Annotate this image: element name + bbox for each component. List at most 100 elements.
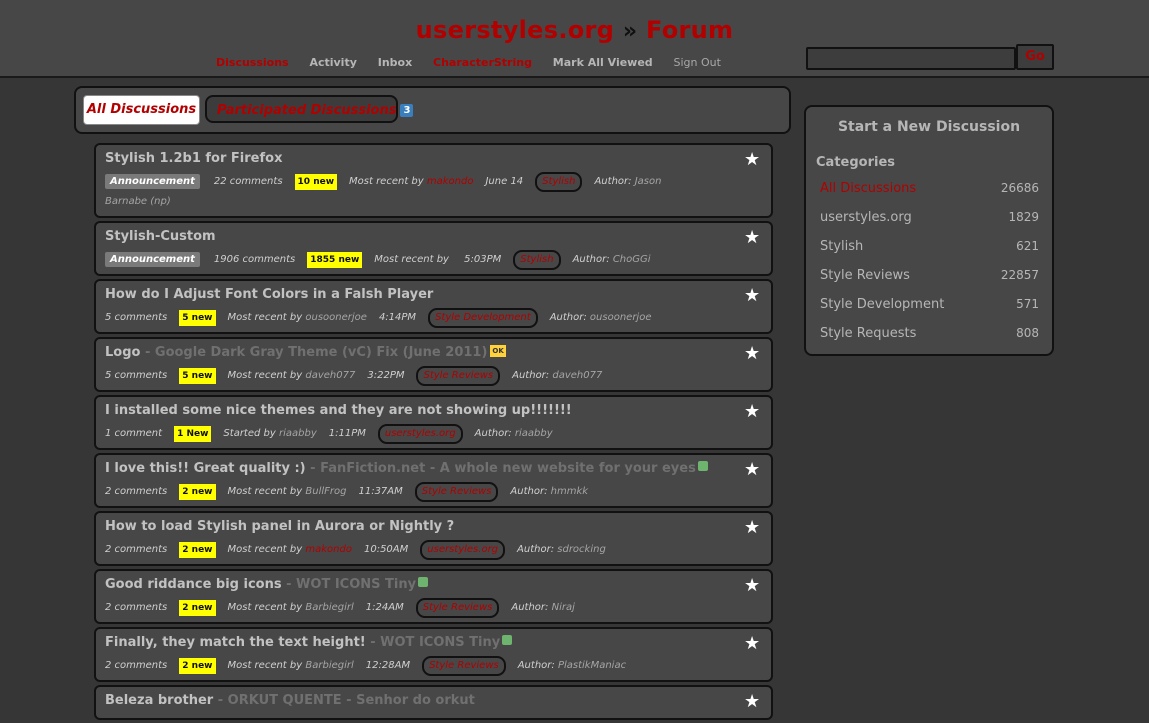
category-link[interactable]: Stylish: [535, 172, 583, 192]
nav-sign-out[interactable]: Sign Out: [674, 56, 721, 69]
star-icon[interactable]: ★: [744, 229, 762, 247]
discussion-item[interactable]: Good riddance big icons - WOT ICONS Tiny…: [94, 569, 773, 624]
author-link-continued[interactable]: Barnabe (np): [105, 196, 171, 207]
category-name[interactable]: Style Reviews: [820, 268, 910, 283]
nav-activity[interactable]: Activity: [309, 56, 356, 69]
discussion-item[interactable]: How to load Stylish panel in Aurora or N…: [94, 511, 773, 566]
author-link[interactable]: ousoonerjoe: [590, 312, 652, 323]
discussion-title-text[interactable]: Stylish 1.2b1 for Firefox: [105, 151, 282, 166]
site-title[interactable]: userstyles.org » Forum: [0, 16, 1149, 44]
discussion-item[interactable]: How do I Adjust Font Colors in a Falsh P…: [94, 279, 773, 334]
author-link[interactable]: daveh077: [552, 370, 602, 381]
author-link[interactable]: hmmkk: [551, 486, 588, 497]
star-icon[interactable]: ★: [744, 345, 762, 363]
recent-user-link[interactable]: makondo: [305, 544, 352, 555]
discussion-title[interactable]: Finally, they match the text height! - W…: [105, 635, 762, 653]
discussion-title-text[interactable]: Good riddance big icons: [105, 577, 282, 592]
category-name[interactable]: Stylish: [820, 239, 863, 254]
recent-user-link[interactable]: riaabby: [279, 428, 317, 439]
author-link[interactable]: sdrocking: [557, 544, 606, 555]
discussion-title-text[interactable]: How to load Stylish panel in Aurora or N…: [105, 519, 454, 534]
site-header: userstyles.org » Forum Discussions Activ…: [0, 0, 1149, 78]
recent-user-link[interactable]: daveh077: [305, 370, 355, 381]
category-item[interactable]: Style Requests 808: [820, 326, 1039, 341]
category-item[interactable]: userstyles.org 1829: [820, 210, 1039, 225]
discussion-title-text[interactable]: I installed some nice themes and they ar…: [105, 403, 572, 418]
discussion-style-link[interactable]: - ORKUT QUENTE - Senhor do orkut: [213, 693, 475, 708]
category-link[interactable]: userstyles.org: [420, 540, 506, 560]
author-link[interactable]: Jason: [635, 176, 662, 187]
discussion-title[interactable]: Stylish-Custom: [105, 229, 762, 247]
star-icon[interactable]: ★: [744, 287, 762, 305]
discussion-style-link[interactable]: - Google Dark Gray Theme (vC) Fix (June …: [140, 345, 487, 360]
category-item[interactable]: Stylish 621: [820, 239, 1039, 254]
discussion-title[interactable]: Beleza brother - ORKUT QUENTE - Senhor d…: [105, 693, 762, 711]
recent-user-link[interactable]: Barbiegirl: [305, 602, 353, 613]
author-link[interactable]: ChoGGi: [613, 254, 651, 265]
discussion-style-link[interactable]: - WOT ICONS Tiny: [282, 577, 416, 592]
nav-mark-all-viewed[interactable]: Mark All Viewed: [553, 56, 653, 69]
star-icon[interactable]: ★: [744, 577, 762, 595]
category-item[interactable]: All Discussions 26686: [820, 181, 1039, 196]
discussion-title[interactable]: Good riddance big icons - WOT ICONS Tiny: [105, 577, 762, 595]
discussion-title-text[interactable]: I love this!! Great quality :): [105, 461, 306, 476]
discussion-style-link[interactable]: - FanFiction.net - A whole new website f…: [306, 461, 696, 476]
category-link[interactable]: Stylish: [513, 250, 561, 270]
discussion-title[interactable]: Stylish 1.2b1 for Firefox: [105, 151, 762, 169]
category-name[interactable]: Style Development: [820, 297, 944, 312]
category-name[interactable]: All Discussions: [820, 181, 916, 196]
tab-participated-discussions[interactable]: Participated Discussions 3: [205, 95, 414, 123]
discussion-title[interactable]: I love this!! Great quality :) - FanFict…: [105, 461, 762, 479]
category-link[interactable]: Style Reviews: [415, 598, 500, 618]
author-link[interactable]: riaabby: [515, 428, 553, 439]
category-link[interactable]: userstyles.org: [377, 424, 463, 444]
star-icon[interactable]: ★: [744, 151, 762, 169]
discussion-title-text[interactable]: Stylish-Custom: [105, 229, 216, 244]
star-icon[interactable]: ★: [744, 519, 762, 537]
category-name[interactable]: userstyles.org: [820, 210, 912, 225]
search-input[interactable]: [806, 47, 1016, 70]
start-discussion-button[interactable]: Start a New Discussion: [806, 119, 1052, 135]
site-name[interactable]: userstyles.org: [416, 16, 615, 44]
discussion-title[interactable]: How to load Stylish panel in Aurora or N…: [105, 519, 762, 537]
discussion-meta: 2 comments 2 new Most recent by Barbiegirl…: [105, 656, 762, 676]
discussion-item[interactable]: I installed some nice themes and they ar…: [94, 395, 773, 450]
star-icon[interactable]: ★: [744, 635, 762, 653]
category-link[interactable]: Style Reviews: [416, 366, 501, 386]
discussion-item[interactable]: Stylish-Custom Announcement 1906 comments 1…: [94, 221, 773, 276]
tab-all-discussions[interactable]: All Discussions: [83, 95, 200, 125]
discussion-item[interactable]: I love this!! Great quality :) - FanFict…: [94, 453, 773, 508]
nav-profile[interactable]: CharacterString: [433, 56, 532, 69]
star-icon[interactable]: ★: [744, 461, 762, 479]
category-link[interactable]: Style Reviews: [414, 482, 499, 502]
recent-user-link[interactable]: BullFrog: [305, 486, 346, 497]
star-icon[interactable]: ★: [744, 403, 762, 421]
nav-discussions[interactable]: Discussions: [216, 56, 289, 69]
discussion-title-text[interactable]: Beleza brother: [105, 693, 213, 708]
discussion-item[interactable]: Logo - Google Dark Gray Theme (vC) Fix (…: [94, 337, 773, 392]
category-name[interactable]: Style Requests: [820, 326, 916, 341]
forum-label[interactable]: Forum: [646, 16, 733, 44]
star-icon[interactable]: ★: [744, 693, 762, 711]
discussion-title-text[interactable]: How do I Adjust Font Colors in a Falsh P…: [105, 287, 433, 302]
category-link[interactable]: Style Reviews: [422, 656, 506, 676]
discussion-title-text[interactable]: Logo: [105, 345, 140, 360]
discussion-style-link[interactable]: - WOT ICONS Tiny: [366, 635, 500, 650]
author-link[interactable]: Niraj: [552, 602, 575, 613]
search-go-button[interactable]: Go: [1016, 44, 1054, 70]
author-link[interactable]: PlastikManiac: [558, 660, 626, 671]
category-item[interactable]: Style Reviews 22857: [820, 268, 1039, 283]
category-item[interactable]: Style Development 571: [820, 297, 1039, 312]
recent-user-link[interactable]: makondo: [427, 176, 474, 187]
discussion-title[interactable]: How do I Adjust Font Colors in a Falsh P…: [105, 287, 762, 305]
discussion-title[interactable]: Logo - Google Dark Gray Theme (vC) Fix (…: [105, 345, 762, 363]
recent-user-link[interactable]: Barbiegirl: [305, 660, 353, 671]
discussion-title-text[interactable]: Finally, they match the text height!: [105, 635, 366, 650]
discussion-title[interactable]: I installed some nice themes and they ar…: [105, 403, 762, 421]
nav-inbox[interactable]: Inbox: [378, 56, 412, 69]
discussion-item[interactable]: Finally, they match the text height! - W…: [94, 627, 773, 682]
discussion-item[interactable]: Stylish 1.2b1 for Firefox Announcement 22 …: [94, 143, 773, 218]
recent-user-link[interactable]: ousoonerjoe: [305, 312, 367, 323]
category-link[interactable]: Style Development: [428, 308, 538, 328]
discussion-item[interactable]: Beleza brother - ORKUT QUENTE - Senhor d…: [94, 685, 773, 720]
